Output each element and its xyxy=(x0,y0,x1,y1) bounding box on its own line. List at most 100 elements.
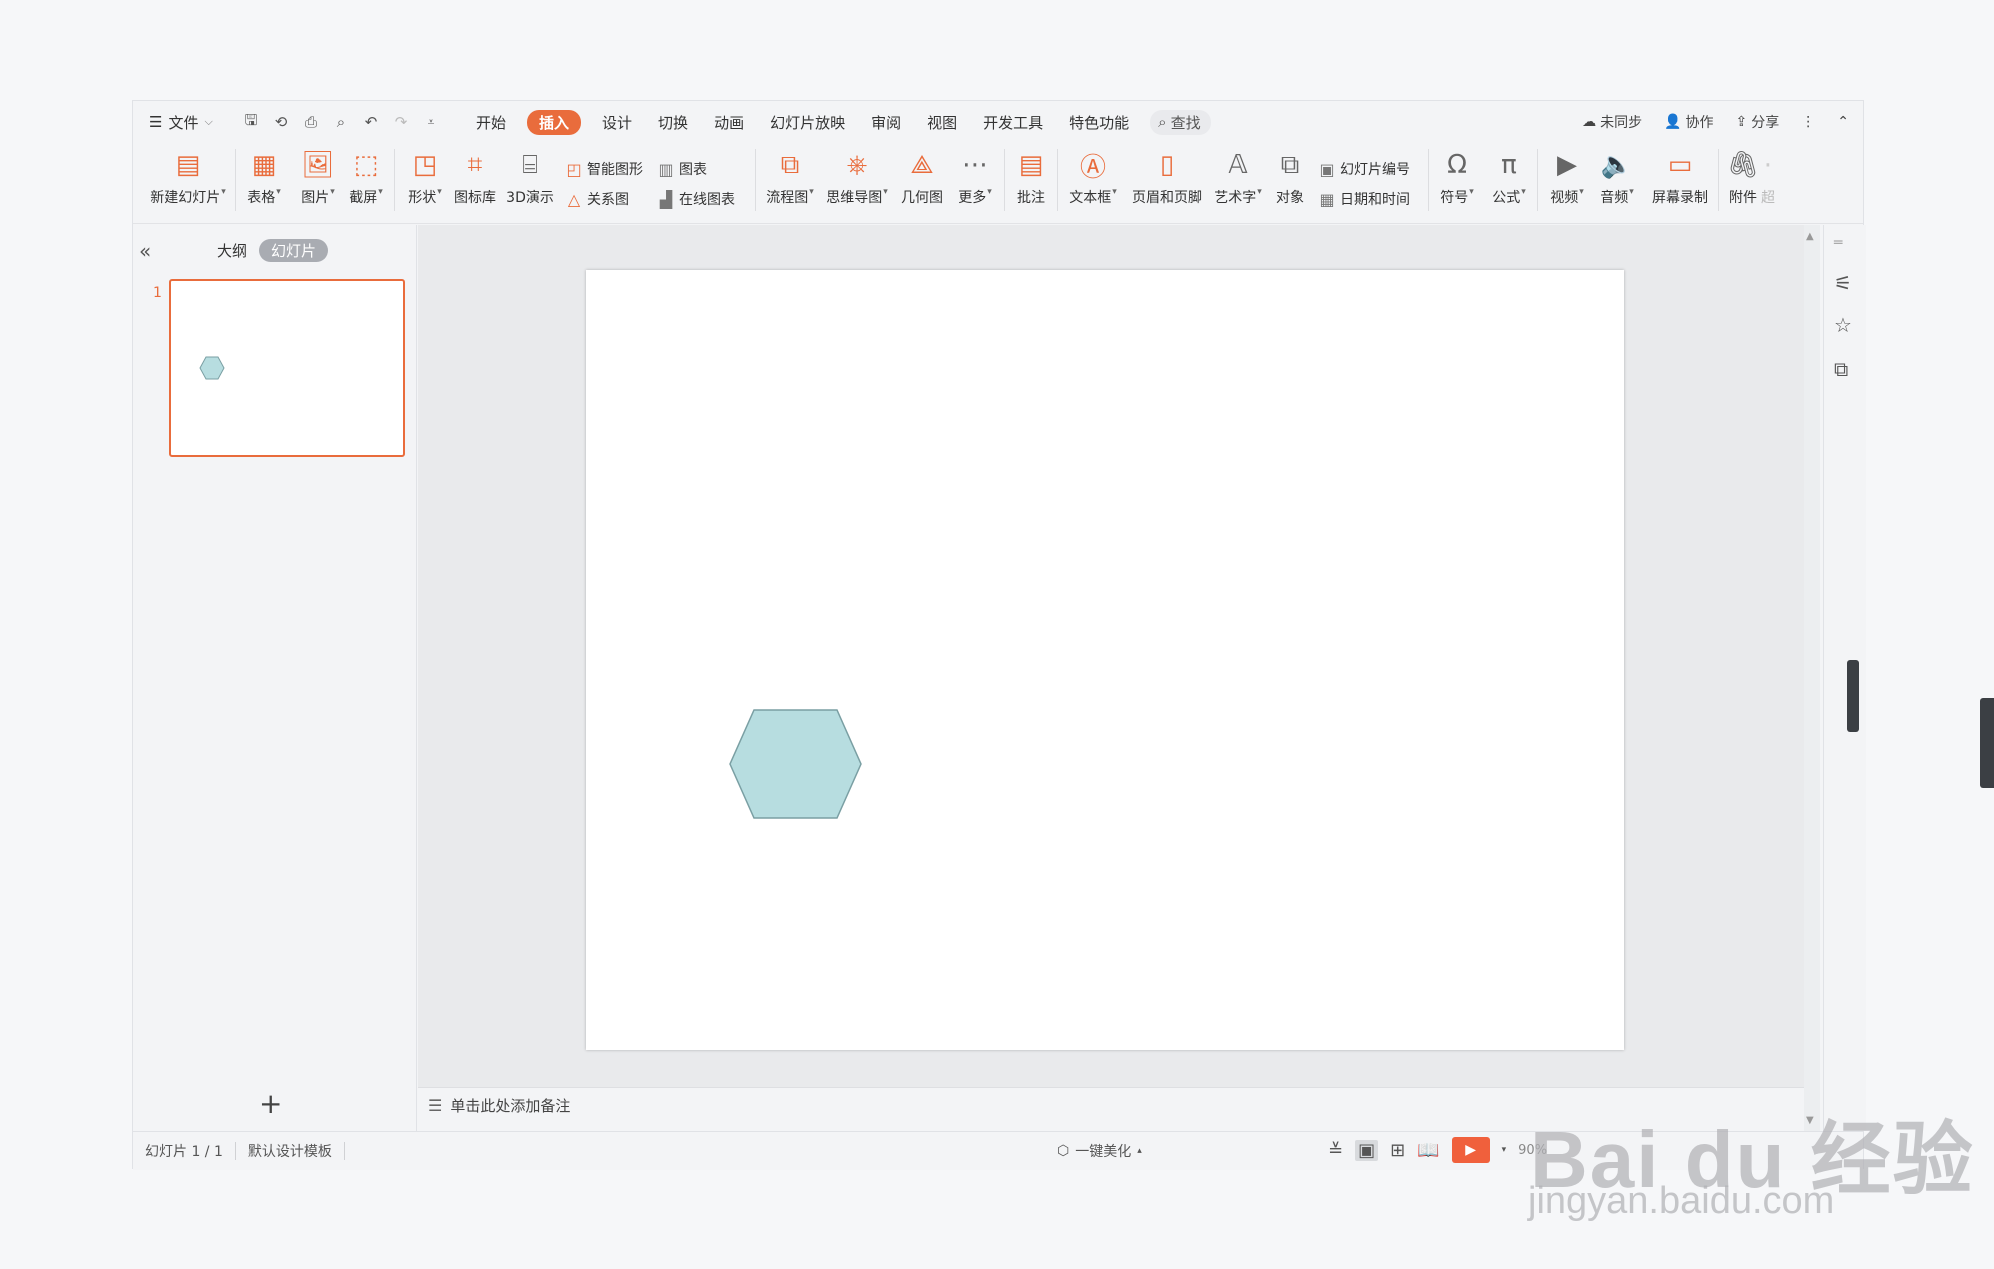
tab-animations[interactable]: 动画 xyxy=(714,110,744,135)
print-preview-icon[interactable]: ⌕ xyxy=(331,113,351,131)
table-button[interactable]: ▦ 表格▾ xyxy=(242,143,286,217)
comment-icon: ▤ xyxy=(1018,150,1044,180)
slide-number-button[interactable]: ▣ 幻灯片编号 xyxy=(1318,159,1422,179)
mindmap-button[interactable]: ⎈ 思维导图▾ xyxy=(822,143,892,217)
thumbnail-canvas xyxy=(199,356,225,380)
side-handle[interactable] xyxy=(1847,660,1859,732)
tab-special[interactable]: 特色功能 xyxy=(1069,110,1129,135)
slide-thumbnail-number: 1 xyxy=(153,285,162,301)
edge-handle[interactable] xyxy=(1980,698,1994,788)
beautify-button[interactable]: ⬡ 一键美化 ▴ xyxy=(1057,1141,1142,1161)
object-button[interactable]: ⧉ 对象 xyxy=(1270,143,1310,217)
copy-icon[interactable]: ⧉ xyxy=(1834,357,1848,381)
vertical-scrollbar[interactable]: ▲ ▼ xyxy=(1804,225,1820,1131)
format-painter-icon[interactable]: ⟲ xyxy=(271,113,291,131)
slide-thumbnail[interactable] xyxy=(169,279,405,457)
tab-transitions[interactable]: 切换 xyxy=(658,110,688,135)
smart-art-button[interactable]: ◰ 智能图形 xyxy=(565,159,657,179)
customize-qa-icon[interactable]: ⩡ xyxy=(421,115,441,130)
tab-insert[interactable]: 插入 xyxy=(527,109,582,135)
search-button[interactable]: ⌕ 查找 xyxy=(1150,109,1211,135)
slide-meta-group: ▣ 幻灯片编号 ▦ 日期和时间 xyxy=(1318,143,1422,217)
play-button[interactable]: ▶ xyxy=(1451,1137,1490,1163)
picture-button[interactable]: 🖼 图片▾ xyxy=(292,143,344,217)
sync-button[interactable]: ☁ 未同步 xyxy=(1582,112,1642,132)
chart-button[interactable]: ▥ 图表 xyxy=(657,159,749,179)
flowchart-button[interactable]: ⧉ 流程图▾ xyxy=(762,143,818,217)
drag-handle-icon: ═ xyxy=(1834,235,1843,251)
play-options-icon[interactable]: ▾ xyxy=(1502,1145,1507,1155)
side-toolbar: ═ ⚟ ☆ ⧉ xyxy=(1823,225,1866,1131)
more-button[interactable]: ⋯ 更多▾ xyxy=(952,143,998,217)
comment-button[interactable]: ▤ 批注 xyxy=(1011,143,1051,217)
tab-review[interactable]: 审阅 xyxy=(871,110,901,135)
reading-view-icon[interactable]: 📖 xyxy=(1417,1140,1439,1161)
grid-view-icon[interactable]: ⊞ xyxy=(1390,1140,1405,1161)
video-label: 视频 xyxy=(1550,190,1579,206)
notes-icon: ☰ xyxy=(428,1095,443,1115)
share-label: 分享 xyxy=(1751,115,1780,131)
normal-view-icon[interactable]: ▣ xyxy=(1355,1139,1379,1161)
right-tools: ☁ 未同步 👤 协作 ⇪ 分享 ⋮ ⌃ xyxy=(1582,101,1849,143)
print-icon[interactable]: ⎙ xyxy=(301,113,321,131)
datetime-button[interactable]: ▦ 日期和时间 xyxy=(1318,189,1422,209)
tab-outline[interactable]: 大纲 xyxy=(217,240,247,261)
relation-label: 关系图 xyxy=(587,192,629,208)
collapse-panel-icon[interactable]: « xyxy=(139,239,151,263)
tab-slideshow[interactable]: 幻灯片放映 xyxy=(770,110,845,135)
relation-button[interactable]: △ 关系图 xyxy=(565,189,657,209)
online-chart-button[interactable]: ▟ 在线图表 xyxy=(657,189,749,209)
collapse-ribbon-icon[interactable]: ⌃ xyxy=(1837,114,1849,130)
audio-button[interactable]: 🔈 音频▾ xyxy=(1594,143,1640,217)
tab-developer[interactable]: 开发工具 xyxy=(983,110,1043,135)
slide-number-label: 幻灯片编号 xyxy=(1340,162,1410,178)
attachment-button[interactable]: 🖇 附件 xyxy=(1725,143,1761,217)
comment-label: 批注 xyxy=(1017,190,1045,206)
symbol-button[interactable]: Ω 符号▾ xyxy=(1435,143,1479,217)
slide[interactable] xyxy=(586,270,1624,1050)
redo-icon[interactable]: ↷ xyxy=(391,113,411,131)
collab-button[interactable]: 👤 协作 xyxy=(1664,112,1713,132)
save-icon[interactable]: 🖫 xyxy=(241,110,261,135)
screen-record-button[interactable]: ▭ 屏幕录制 xyxy=(1648,143,1712,217)
icon-library-button[interactable]: ⌗ 图标库 xyxy=(449,143,501,217)
object-label: 对象 xyxy=(1276,190,1304,206)
file-menu[interactable]: ☰ 文件 ⌵ xyxy=(149,112,233,133)
slide-panel: « 大纲 幻灯片 1 + xyxy=(133,225,417,1131)
hexagon-shape[interactable] xyxy=(729,709,862,819)
overflow-label: 超 xyxy=(1761,190,1775,206)
screenshot-button[interactable]: ⬚ 截屏▾ xyxy=(344,143,388,217)
tab-design[interactable]: 设计 xyxy=(602,110,632,135)
formula-button[interactable]: π 公式▾ xyxy=(1487,143,1531,217)
video-button[interactable]: ▶ 视频▾ xyxy=(1544,143,1590,217)
star-icon[interactable]: ☆ xyxy=(1834,313,1852,337)
more-vertical-icon[interactable]: ⋮ xyxy=(1801,114,1815,130)
slide-number-icon: ▣ xyxy=(1319,159,1335,179)
textbox-button[interactable]: Ⓐ 文本框▾ xyxy=(1064,143,1122,217)
tab-slides[interactable]: 幻灯片 xyxy=(259,239,329,262)
demo3d-icon: ⌸ xyxy=(522,149,538,180)
shape-button[interactable]: ◳ 形状▾ xyxy=(401,143,449,217)
properties-icon[interactable]: ⚟ xyxy=(1834,271,1852,295)
header-footer-button[interactable]: ▯ 页眉和页脚 xyxy=(1128,143,1206,217)
scroll-up-icon[interactable]: ▲ xyxy=(1806,231,1814,242)
object-icon: ⧉ xyxy=(1280,149,1300,180)
geometry-button[interactable]: ⟁ 几何图 xyxy=(896,143,948,217)
undo-icon[interactable]: ↶ xyxy=(361,113,381,131)
textbox-icon: Ⓐ xyxy=(1079,152,1106,183)
beautify-label: 一键美化 xyxy=(1075,1144,1132,1160)
template-name[interactable]: 默认设计模板 xyxy=(236,1141,344,1161)
tab-home[interactable]: 开始 xyxy=(476,110,506,135)
add-slide-icon[interactable]: + xyxy=(259,1087,282,1120)
overflow-button[interactable]: ⋯ 超 xyxy=(1761,143,1775,217)
notes-toggle-icon[interactable]: ≚ xyxy=(1328,1140,1343,1161)
demo3d-button[interactable]: ⌸ 3D演示 xyxy=(501,143,559,217)
wordart-button[interactable]: 𝔸 艺术字▾ xyxy=(1210,143,1266,217)
share-button[interactable]: ⇪ 分享 xyxy=(1736,112,1780,132)
new-slide-button[interactable]: ▤ 新建幻灯片▾ xyxy=(147,143,229,217)
status-divider xyxy=(343,1142,345,1160)
tab-view[interactable]: 视图 xyxy=(927,110,957,135)
new-slide-icon: ▤ xyxy=(175,150,201,180)
collab-label: 协作 xyxy=(1685,115,1714,131)
user-add-icon: 👤 xyxy=(1664,114,1682,130)
